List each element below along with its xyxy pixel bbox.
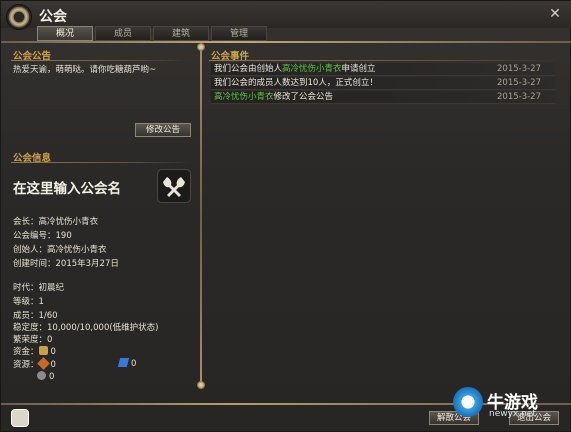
members-line: 成员：1/60 [13, 311, 58, 321]
watermark-logo-icon [453, 387, 483, 417]
event-row: 我们公会的成员人数达到10人，正式创立！ 2015-3-27 [211, 77, 555, 90]
events-divider [209, 60, 559, 61]
resources-label: 资源： [13, 360, 39, 370]
resource-ore: 0 [37, 371, 54, 382]
tab-members[interactable]: 成员 [95, 26, 151, 41]
guild-id-line: 公会编号：190 [13, 231, 72, 241]
event-date: 2015-3-27 [497, 92, 541, 102]
site-watermark: 牛游戏 newyx.net [453, 385, 565, 427]
event-date: 2015-3-27 [497, 64, 541, 74]
event-text: 我们公会的成员人数达到10人，正式创立！ [214, 77, 378, 89]
resource-value-2: 0 [131, 359, 137, 369]
funds-value: 0 [50, 347, 56, 357]
event-player-name: 高冷忧伤小青衣 [214, 92, 274, 102]
resources-line: 资源： 0 [13, 357, 56, 370]
created-line: 创建时间：2015年3月27日 [13, 259, 119, 269]
divider-knob-top [197, 43, 205, 51]
event-text: 高冷忧伤小青衣修改了公会公告 [214, 91, 333, 103]
prosperity-line: 繁荣度：0 [13, 335, 53, 345]
event-player-name: 高冷忧伤小青衣 [282, 64, 342, 74]
resource-value-1: 0 [50, 360, 56, 370]
funds-icon [38, 346, 48, 355]
event-row: 高冷忧伤小青衣修改了公会公告 2015-3-27 [211, 91, 555, 104]
notice-text: 热爱天谕，萌萌哒。请你吃糖葫芦哟~ [13, 65, 157, 75]
tab-overview[interactable]: 概况 [37, 26, 93, 41]
edit-notice-button[interactable]: 修改公告 [135, 123, 191, 137]
event-text: 我们公会由创始人高冷忧伤小青衣申请创立 [214, 63, 376, 75]
close-icon[interactable]: ✕ [548, 7, 562, 21]
chat-icon[interactable] [11, 409, 29, 427]
header-divider [1, 41, 571, 43]
watermark-url: newyx.net [489, 409, 536, 419]
info-divider [11, 162, 191, 163]
tab-bar: 概况 成员 建筑 管理 [37, 26, 269, 41]
ore-resource-icon [37, 371, 46, 380]
funds-label: 资金： [13, 347, 39, 357]
stability-line: 稳定度：10,000/10,000(低维护状态) [13, 323, 159, 333]
panel-divider [200, 45, 202, 385]
event-suffix: 修改了公会公告 [273, 92, 334, 102]
guild-name-input[interactable]: 在这里输入公会名 [13, 177, 121, 197]
tab-management[interactable]: 管理 [211, 26, 267, 41]
title-bar: 公会 ✕ [1, 1, 571, 30]
crossed-axes-icon [163, 177, 185, 197]
notice-divider [11, 60, 191, 61]
funds-line: 资金： 0 [13, 345, 56, 357]
window-title: 公会 [39, 9, 67, 25]
guild-crest-icon [6, 4, 32, 30]
divider-knob-bottom [197, 381, 205, 389]
crystal-resource-icon [117, 358, 130, 367]
event-row: 我们公会由创始人高冷忧伤小青衣申请创立 2015-3-27 [211, 63, 555, 76]
guild-window: 公会 ✕ 概况 成员 建筑 管理 公会公告 热爱天谕，萌萌哒。请你吃糖葫芦哟~ … [0, 0, 571, 432]
leader-line: 会长：高冷忧伤小青衣 [13, 217, 99, 227]
event-prefix: 我们公会由创始人 [214, 64, 283, 74]
resource-value-3: 0 [49, 372, 55, 382]
tab-buildings[interactable]: 建筑 [153, 26, 209, 41]
resource-crystal: 0 [117, 358, 137, 369]
era-line: 时代：初晨纪 [13, 283, 65, 293]
level-line: 等级：1 [13, 297, 44, 307]
event-prefix: 我们公会的成员人数达到10人，正式创立！ [214, 78, 378, 88]
event-date: 2015-3-27 [497, 78, 541, 88]
guild-emblem[interactable] [157, 169, 191, 203]
event-suffix: 申请创立 [341, 64, 376, 74]
founder-line: 创始人：高冷忧伤小青衣 [13, 245, 107, 255]
